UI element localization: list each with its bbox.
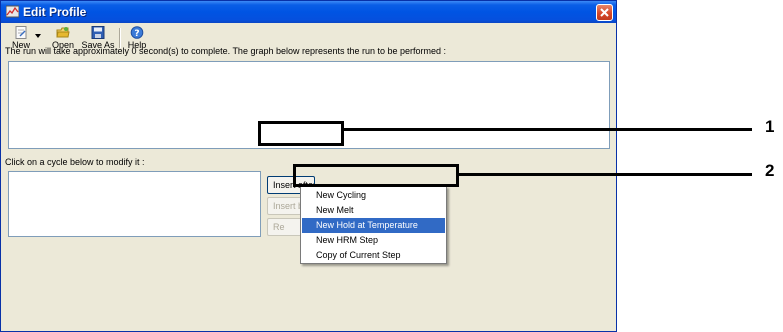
new-document-icon: [15, 26, 27, 39]
window-title: Edit Profile: [23, 5, 87, 19]
cycle-instruction-label: Click on a cycle below to modify it :: [5, 157, 145, 167]
insert-context-menu: New Cycling New Melt New Hold at Tempera…: [300, 186, 447, 264]
close-icon: [600, 8, 609, 17]
callout-box-2: [293, 164, 459, 187]
floppy-disk-icon: [91, 26, 105, 39]
menu-item-new-hold-at-temperature[interactable]: New Hold at Temperature: [302, 218, 445, 233]
chevron-down-icon[interactable]: [34, 33, 42, 39]
callout-box-1: [258, 121, 344, 146]
open-folder-icon: [56, 27, 70, 38]
callout-number-1: 1: [765, 117, 775, 136]
title-bar[interactable]: Edit Profile: [1, 1, 616, 23]
cycle-list[interactable]: [8, 171, 261, 237]
menu-item-new-melt[interactable]: New Melt: [302, 203, 445, 218]
run-info-text: The run will take approximately 0 second…: [5, 46, 447, 56]
help-icon: ?: [130, 26, 144, 39]
profile-icon: [5, 5, 20, 18]
remove-button[interactable]: Re: [267, 218, 303, 236]
toolbar-separator: [119, 28, 121, 48]
svg-text:?: ?: [134, 29, 139, 39]
callout-leader-2: [458, 173, 752, 176]
menu-item-new-hrm-step[interactable]: New HRM Step: [302, 233, 445, 248]
callout-leader-1: [343, 128, 752, 131]
insert-before-button[interactable]: Insert b: [267, 197, 303, 215]
callout-number-2: 2: [765, 161, 775, 180]
menu-item-copy-of-current-step[interactable]: Copy of Current Step: [302, 248, 445, 263]
menu-item-new-cycling[interactable]: New Cycling: [302, 188, 445, 203]
close-button[interactable]: [596, 4, 613, 21]
